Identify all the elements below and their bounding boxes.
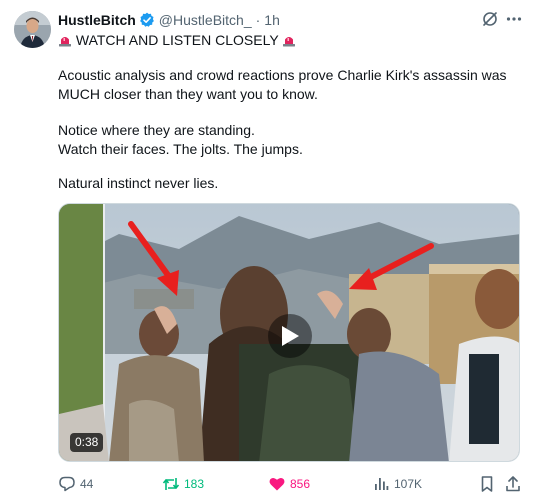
play-button[interactable] — [268, 314, 312, 358]
post-text-line: Notice where they are standing. — [58, 122, 255, 138]
like-button[interactable]: 856 — [268, 474, 310, 494]
share-button[interactable] — [504, 474, 522, 494]
bookmark-icon — [481, 476, 493, 492]
post-text-line: Natural instinct never lies. — [58, 175, 219, 191]
view-count: 107K — [394, 477, 423, 491]
author-handle[interactable]: @HustleBitch_ — [159, 12, 252, 28]
heart-icon — [269, 478, 285, 491]
more-icon[interactable] — [505, 10, 523, 28]
views-icon — [375, 478, 389, 490]
verified-badge-icon — [139, 12, 155, 28]
play-icon — [282, 326, 299, 346]
repost-count: 183 — [184, 477, 205, 491]
post-text-line: Watch their faces. The jolts. The jumps. — [58, 141, 303, 157]
grok-icon[interactable] — [481, 10, 499, 28]
views-button[interactable]: 107K — [372, 474, 422, 494]
headline-text: WATCH AND LISTEN CLOSELY — [75, 32, 279, 48]
reply-button[interactable]: 44 — [58, 474, 93, 494]
rotating-light-icon — [58, 33, 72, 52]
post-text-line: MUCH closer than they want you to know. — [58, 86, 318, 102]
separator-dot: · — [255, 12, 261, 28]
avatar[interactable] — [14, 11, 51, 48]
tweet-header: HustleBitch @HustleBitch_ · 1h — [58, 11, 280, 29]
repost-button[interactable]: 183 — [162, 474, 204, 494]
post-text-line: Acoustic analysis and crowd reactions pr… — [58, 67, 507, 83]
share-icon — [506, 476, 520, 492]
post-time[interactable]: 1h — [264, 12, 280, 28]
tweet[interactable]: HustleBitch @HustleBitch_ · 1h WATCH AND… — [0, 0, 535, 503]
video-duration: 0:38 — [70, 433, 104, 452]
rotating-light-icon — [282, 33, 296, 52]
like-count: 856 — [290, 477, 311, 491]
display-name[interactable]: HustleBitch — [58, 12, 136, 28]
reply-icon — [59, 476, 75, 492]
reply-count: 44 — [80, 477, 94, 491]
repost-icon — [162, 478, 180, 490]
bookmark-button[interactable] — [478, 474, 496, 494]
post-headline: WATCH AND LISTEN CLOSELY — [58, 31, 296, 52]
action-bar: 44 183 856 107K — [58, 474, 522, 494]
